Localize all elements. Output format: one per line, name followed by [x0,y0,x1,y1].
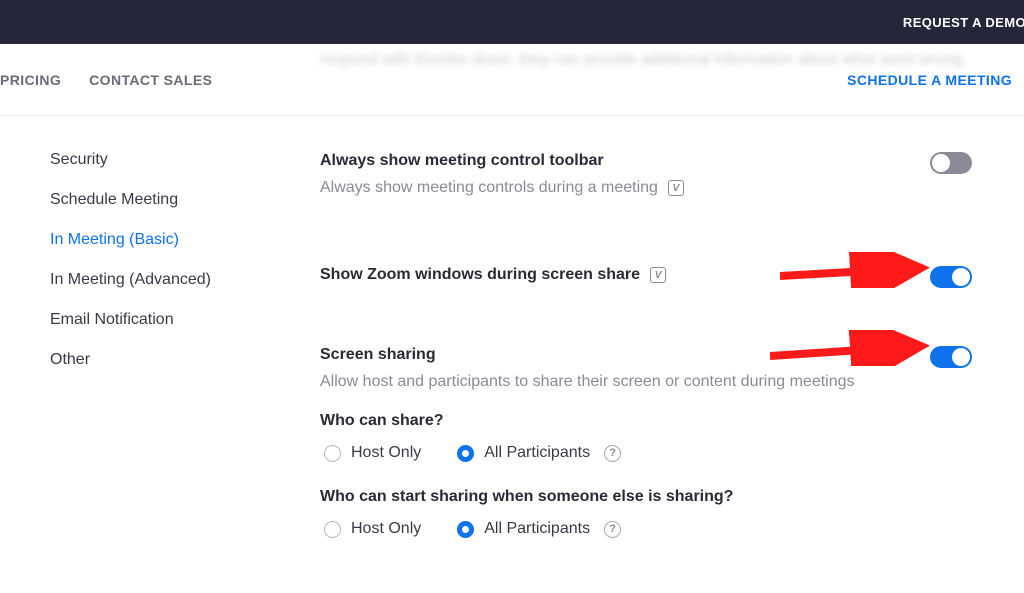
radio-label: Host Only [351,444,421,462]
setting-title: Show Zoom windows during screen share V [320,266,972,284]
nav-contact-sales[interactable]: CONTACT SALES [89,72,212,88]
sidebar-item-other[interactable]: Other [50,340,280,380]
who-can-share-options: Host Only All Participants ? [324,444,972,462]
help-icon[interactable]: ? [604,521,621,538]
subnav: PRICING CONTACT SALES respond with thumb… [0,44,1024,116]
schedule-meeting-link[interactable]: SCHEDULE A MEETING [847,72,1012,88]
radio-label: All Participants [484,444,590,462]
setting-zoom-windows: Show Zoom windows during screen share V [320,226,972,310]
modified-badge-icon: V [650,267,666,283]
setting-title-text: Show Zoom windows during screen share [320,266,640,284]
setting-meeting-toolbar: Always show meeting control toolbar Alwa… [320,140,972,226]
toggle-knob [952,348,970,366]
setting-desc-text: Allow host and participants to share the… [320,370,855,394]
sidebar-item-in-meeting-basic[interactable]: In Meeting (Basic) [50,220,280,260]
radio-icon [324,445,341,462]
toggle-screen-sharing[interactable] [930,346,972,368]
radio-host-only[interactable]: Host Only [324,520,421,538]
toggle-knob [952,268,970,286]
radio-label: Host Only [351,520,421,538]
setting-title-text: Screen sharing [320,346,436,364]
toggle-zoom-windows[interactable] [930,266,972,288]
who-can-share-label: Who can share? [320,412,972,430]
toggle-meeting-toolbar[interactable] [930,152,972,174]
setting-screen-sharing: Screen sharing Allow host and participan… [320,310,972,564]
settings-main: Always show meeting control toolbar Alwa… [280,140,1024,564]
radio-icon [457,445,474,462]
nav-pricing[interactable]: PRICING [0,72,61,88]
sidebar-item-in-meeting-advanced[interactable]: In Meeting (Advanced) [50,260,280,300]
sidebar-item-schedule-meeting[interactable]: Schedule Meeting [50,180,280,220]
setting-title: Screen sharing [320,346,972,364]
radio-all-participants[interactable]: All Participants [457,520,590,538]
request-demo-link[interactable]: REQUEST A DEMO [903,15,1024,30]
who-can-start-sharing-label: Who can start sharing when someone else … [320,488,972,506]
modified-badge-icon: V [668,180,684,196]
radio-all-participants[interactable]: All Participants [457,444,590,462]
setting-desc-text: Always show meeting controls during a me… [320,176,658,200]
setting-desc: Allow host and participants to share the… [320,370,880,394]
who-can-start-sharing-options: Host Only All Participants ? [324,520,972,538]
toggle-knob [932,154,950,172]
top-bar: REQUEST A DEMO [0,0,1024,44]
setting-desc: Always show meeting controls during a me… [320,176,880,200]
radio-label: All Participants [484,520,590,538]
sidebar-item-security[interactable]: Security [50,140,280,180]
radio-icon [457,521,474,538]
radio-icon [324,521,341,538]
setting-title: Always show meeting control toolbar [320,152,972,170]
sidebar-item-email-notification[interactable]: Email Notification [50,300,280,340]
radio-host-only[interactable]: Host Only [324,444,421,462]
help-icon[interactable]: ? [604,445,621,462]
settings-sidebar: Security Schedule Meeting In Meeting (Ba… [0,140,280,564]
setting-title-text: Always show meeting control toolbar [320,152,604,170]
